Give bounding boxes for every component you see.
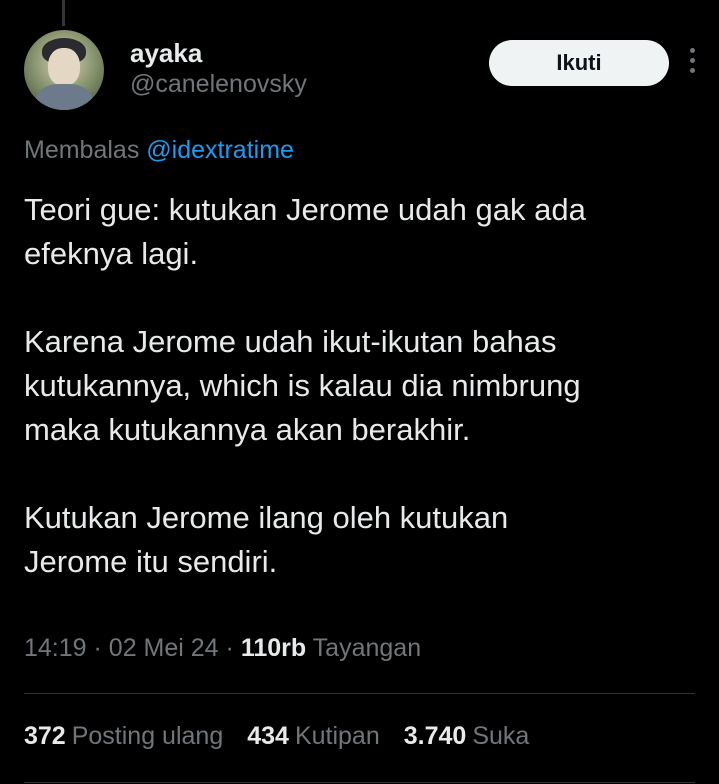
- reposts-count: 372: [24, 722, 66, 750]
- meta-separator: ·: [93, 634, 109, 662]
- reposts-label: Posting ulang: [71, 722, 224, 750]
- quotes-label: Kutipan: [294, 722, 380, 750]
- tweet-line: Kutukan Jerome ilang oleh kutukan: [24, 500, 509, 535]
- engagement-stats: 372 Posting ulang 434 Kutipan 3.740 Suka: [24, 722, 529, 751]
- thread-connector-line: [62, 0, 65, 26]
- follow-button[interactable]: Ikuti: [489, 40, 669, 86]
- avatar[interactable]: [24, 30, 104, 110]
- more-dot: [689, 68, 695, 73]
- reply-prefix: Membalas: [24, 136, 140, 164]
- tweet-text: Teori gue: kutukan Jerome udah gak ada e…: [24, 188, 704, 584]
- tweet-line: Karena Jerome udah ikut-ikutan bahas: [24, 324, 557, 359]
- likes-stat[interactable]: 3.740 Suka: [404, 722, 530, 751]
- reposts-stat[interactable]: 372 Posting ulang: [24, 722, 223, 751]
- views-count: 110rb: [240, 634, 307, 662]
- meta-separator: ·: [225, 634, 241, 662]
- divider: [24, 782, 695, 783]
- display-name[interactable]: ayaka: [130, 38, 307, 68]
- tweet-line: maka kutukannya akan berakhir.: [24, 412, 471, 447]
- tweet-date[interactable]: 02 Mei 24: [109, 634, 219, 662]
- tweet-header: ayaka @canelenovsky Ikuti: [24, 30, 697, 110]
- likes-count: 3.740: [403, 722, 467, 750]
- divider: [24, 693, 695, 694]
- user-names: ayaka @canelenovsky: [130, 38, 307, 100]
- tweet-line: Teori gue: kutukan Jerome udah gak ada: [24, 192, 586, 227]
- tweet-line: efeknya lagi.: [24, 236, 199, 271]
- more-options-icon[interactable]: [687, 48, 697, 78]
- reply-mention-link[interactable]: @idextratime: [146, 136, 294, 164]
- tweet-line: Jerome itu sendiri.: [24, 544, 278, 579]
- tweet-meta: 14:19 · 02 Mei 24 · 110rb Tayangan: [24, 634, 421, 663]
- more-dot: [689, 58, 695, 63]
- reply-to: Membalas @idextratime: [24, 136, 294, 165]
- avatar-face: [48, 48, 80, 86]
- quotes-count: 434: [247, 722, 289, 750]
- user-handle[interactable]: @canelenovsky: [130, 68, 307, 100]
- likes-label: Suka: [472, 722, 530, 750]
- avatar-body: [36, 84, 92, 110]
- quotes-stat[interactable]: 434 Kutipan: [247, 722, 380, 751]
- more-dot: [689, 48, 695, 53]
- views-label: Tayangan: [312, 634, 422, 662]
- tweet-time[interactable]: 14:19: [24, 634, 87, 662]
- tweet-line: kutukannya, which is kalau dia nimbrung: [24, 368, 581, 403]
